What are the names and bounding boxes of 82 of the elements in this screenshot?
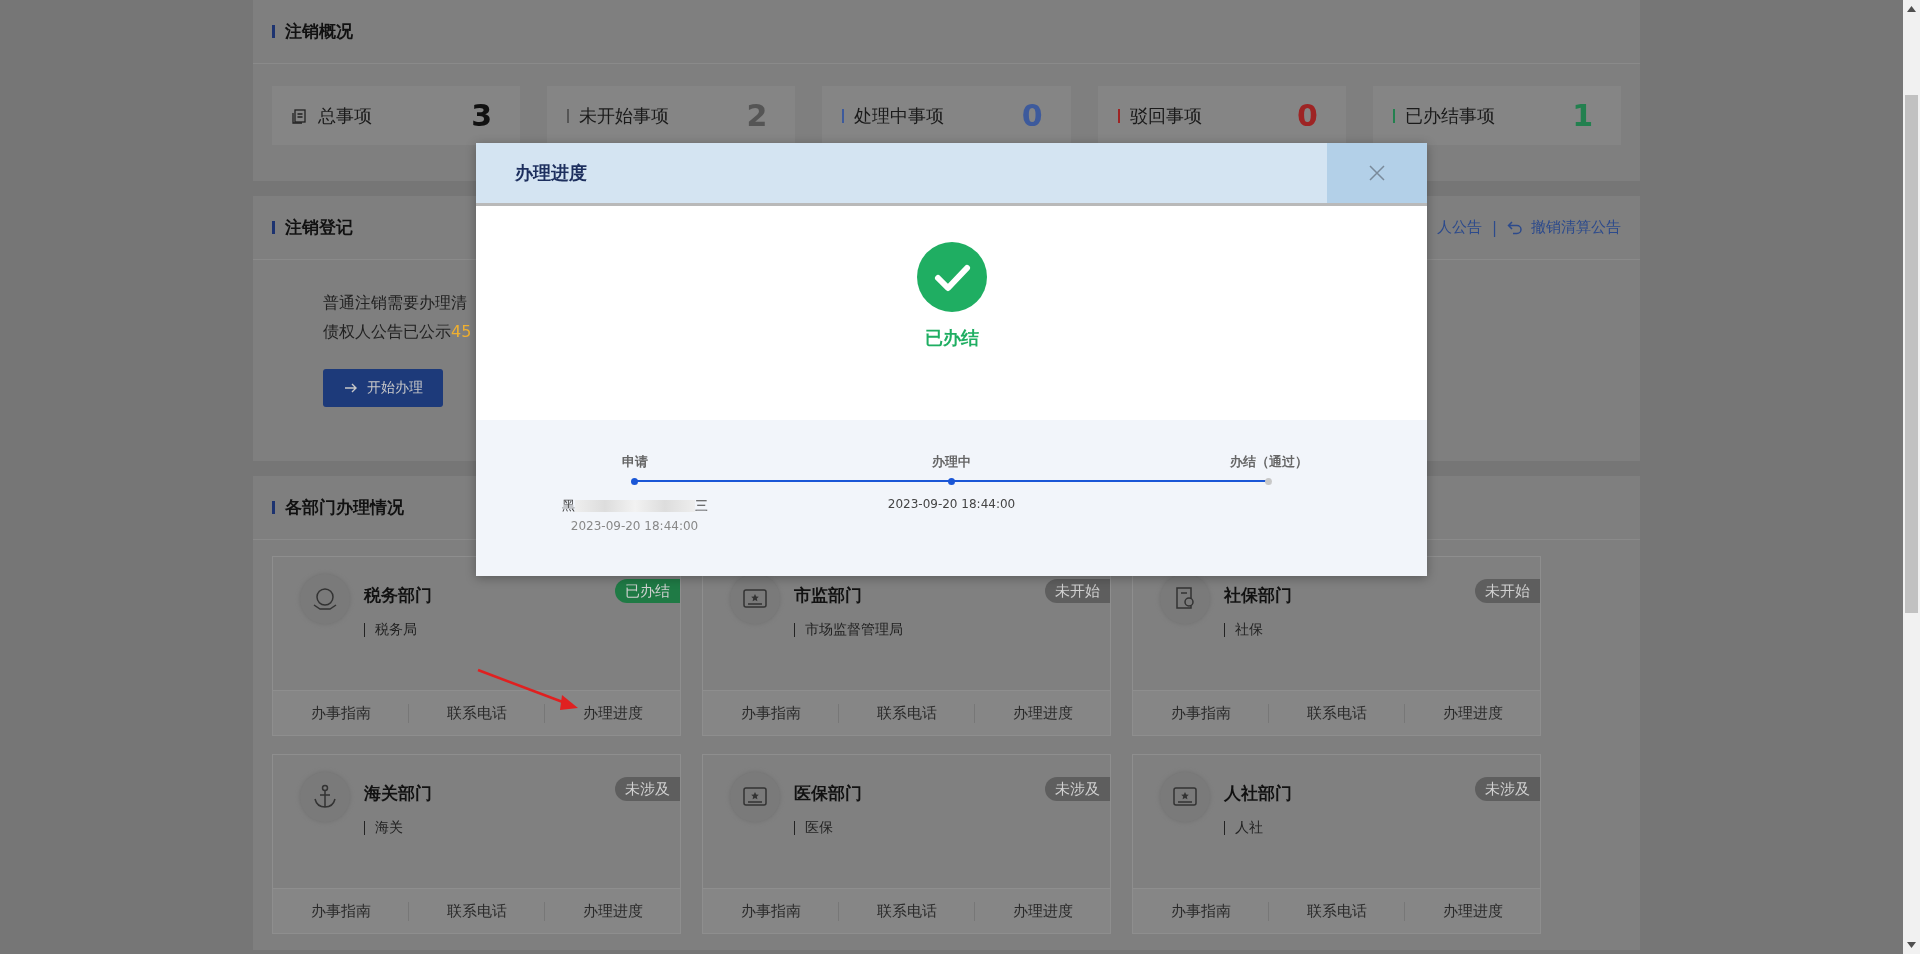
dialog-title: 办理进度 [514,161,587,185]
applicant-name: 三 [694,497,708,515]
divider-bar [364,623,365,637]
step-time: 2023-09-20 18:44:00 [887,497,1016,511]
agency-name: 医保 [805,819,833,837]
action-link[interactable]: 联系电话 [1268,703,1404,723]
start-button[interactable]: 开始办理 [323,369,443,407]
notice-link[interactable]: 撤销清算公告 [1507,218,1621,237]
agency-name: 税务局 [375,621,417,639]
link-separator: | [1491,218,1497,237]
department-name: 人社部门 [1224,782,1292,805]
title-marker [272,501,275,514]
stat-label: 处理中事项 [854,103,945,128]
department-name: 社保部门 [1224,584,1292,607]
section-title: 注销概况 [285,20,353,43]
undo-icon [1507,219,1523,236]
stat-value: 0 [1296,98,1318,133]
status-badge: 未涉及 [1045,777,1110,801]
title-marker [272,221,275,234]
action-link[interactable]: 联系电话 [1268,901,1404,921]
stat-label: 未开始事项 [579,103,670,128]
divider-bar [1224,623,1225,637]
section-title: 各部门办理情况 [285,496,404,519]
step-label: 申请 [621,453,648,471]
agency-name: 海关 [375,819,403,837]
action-link[interactable]: 联系电话 [838,703,974,723]
anchor-icon [311,783,339,811]
applicant-name: 黑 [561,497,575,515]
action-link[interactable]: 办事指南 [703,703,838,723]
description-text: 债权人公告已公示45 [323,321,472,342]
section-title: 注销登记 [285,216,353,239]
action-link[interactable]: 办事指南 [1133,703,1268,723]
document-icon [292,107,308,124]
title-marker [272,25,275,38]
department-name: 市监部门 [794,584,863,607]
agency-name: 人社 [1235,819,1263,837]
divider-bar [794,623,795,637]
divider-bar [1224,821,1225,835]
agency-name: 社保 [1235,621,1263,639]
action-link[interactable]: 联系电话 [408,703,544,723]
status-badge: 未涉及 [615,777,680,801]
scroll-down-icon[interactable] [1907,942,1916,948]
step-label: 办结（通过） [1229,453,1308,471]
agency-name: 市场监督管理局 [805,621,903,639]
stat-value: 1 [1572,98,1593,133]
stat-value: 3 [471,98,493,133]
action-link[interactable]: 办事指南 [703,901,838,921]
action-link[interactable]: 联系电话 [838,901,974,921]
scrollbar-thumb[interactable] [1905,95,1918,613]
notice-link[interactable]: 人公告 [1436,218,1482,237]
status-badge: 未涉及 [1475,777,1540,801]
action-link[interactable]: 办理进度 [1404,703,1540,723]
result-status: 已办结 [924,326,979,350]
action-link[interactable]: 办事指南 [273,703,408,723]
action-link[interactable]: 办理进度 [1404,901,1540,921]
status-badge: 未开始 [1045,579,1110,603]
stat-label: 已办结事项 [1404,103,1495,128]
step-label: 办理中 [932,453,971,471]
check-circle-icon [916,242,987,312]
stat-label: 总事项 [318,103,372,128]
department-name: 医保部门 [794,782,862,805]
hand-coin-icon [311,585,339,613]
stat-label: 驳回事项 [1129,103,1202,128]
close-icon [1368,164,1386,182]
action-link[interactable]: 办事指南 [273,901,408,921]
close-button[interactable] [1327,143,1427,203]
scrollbar[interactable] [1903,0,1920,954]
action-link[interactable]: 办理进度 [974,703,1110,723]
status-badge: 已办结 [615,579,680,603]
divider-bar [794,821,795,835]
department-name: 海关部门 [364,782,432,805]
department-name: 税务部门 [364,584,432,607]
description-text: 普通注销需要办理清 [323,292,467,313]
divider-bar [364,821,365,835]
step-time: 2023-09-20 18:44:00 [570,519,699,533]
action-link[interactable]: 办理进度 [974,901,1110,921]
status-badge: 未开始 [1475,579,1540,603]
action-link[interactable]: 办事指南 [1133,901,1268,921]
stat-value: 0 [1021,98,1043,133]
action-link[interactable]: 办理进度 [544,901,680,921]
action-link[interactable]: 联系电话 [408,901,544,921]
scroll-up-icon[interactable] [1907,6,1916,12]
